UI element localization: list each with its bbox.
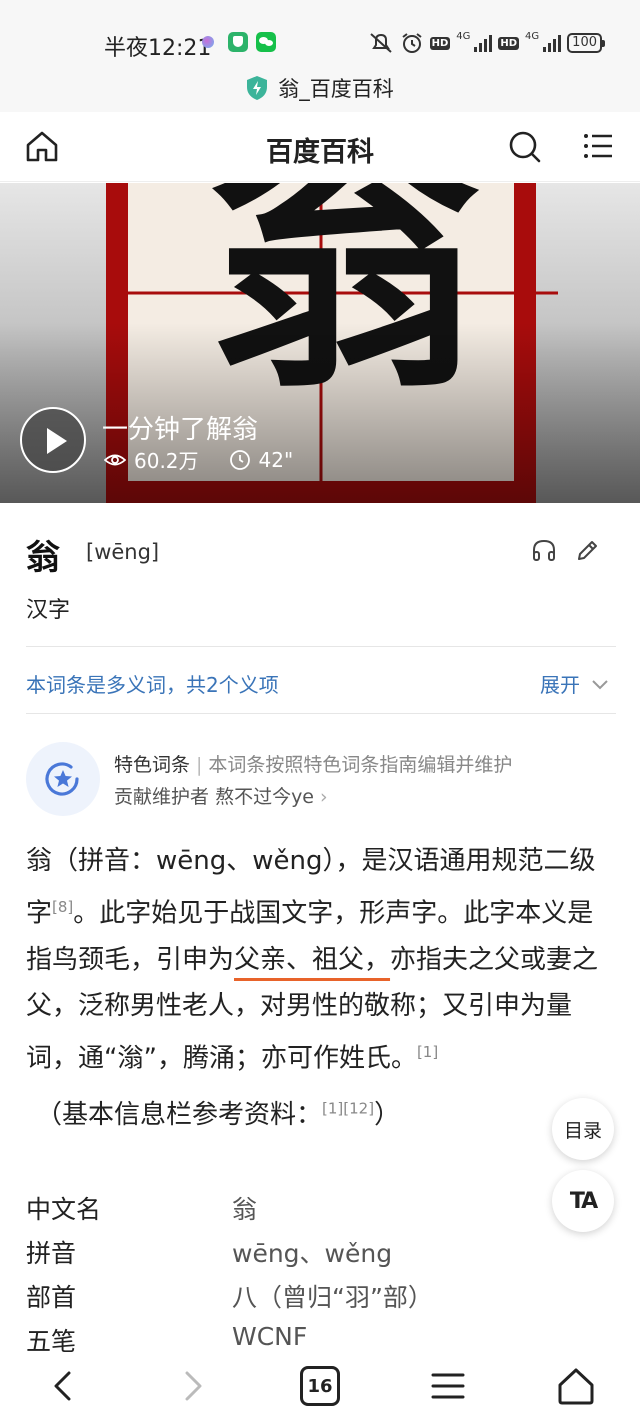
entry-pinyin: [wēng] [86,540,160,564]
status-time: 半夜12:21 [104,36,212,61]
info-key: 拼音 [26,1239,77,1268]
video-views: 60.2万 [134,449,199,473]
featured-star-icon [45,762,79,796]
site-title[interactable]: 百度百科 [0,130,640,169]
video-title: 一分钟了解翁 [102,415,259,445]
browser-bottom-bar: 16 [0,1352,640,1422]
alarm-icon [401,33,422,53]
tabs-button[interactable]: 16 [300,1366,340,1406]
contributor-line[interactable]: 贡献维护者 熬不过今ye › [114,782,328,809]
video-shade [0,323,640,503]
page-title: 翁_百度百科 [278,77,394,101]
chevron-right-icon: › [320,786,328,808]
url-bar[interactable]: 翁_百度百科 [0,70,640,106]
intro-video[interactable]: 翁 一分钟了解翁 60.2万 42" [0,183,640,503]
ref-note-prefix: （基本信息栏参考资料： [36,1100,323,1130]
toc-button[interactable]: 目录 [552,1098,614,1160]
featured-badge [26,742,100,816]
security-app-icon [228,32,248,52]
menu-icon[interactable] [580,128,616,164]
assistant-icon [202,36,214,48]
info-value: 八（曾归“羽”部） [232,1283,433,1312]
signal-icon-1 [474,34,493,52]
expand-label: 展开 [540,673,580,697]
table-row: 中文名 翁 [26,1186,546,1230]
divider: | [196,754,203,776]
wechat-icon [256,32,276,52]
expand-button[interactable]: 展开 [540,669,610,698]
contributor-name[interactable]: 熬不过今ye [215,786,314,808]
mute-bell-icon [369,33,392,53]
network-type-1: 4G [456,30,471,42]
status-bar: 半夜12:21 HD 4G HD 4G 100 翁_百度百科 [0,0,640,112]
video-meta: 60.2万 42" [104,445,293,474]
edit-pencil-icon[interactable] [574,538,600,564]
hd-badge-1: HD [429,36,451,50]
info-value: wēng、wěng [232,1239,393,1268]
clock-icon [229,449,250,470]
ref-note-suffix: ） [374,1100,401,1130]
polysemy-bar[interactable]: 本词条是多义词，共2个义项 展开 [26,646,616,714]
entry-character: 翁 [26,538,60,578]
table-row: 部首 八（曾归“羽”部） [26,1274,546,1318]
info-value: 翁 [232,1195,258,1224]
text-size-button[interactable]: TA [552,1170,614,1232]
home-nav-icon[interactable] [556,1366,596,1406]
headphone-icon[interactable] [531,538,557,564]
entry-type: 汉字 [26,598,71,623]
battery-icon: 100 [567,33,605,53]
featured-label: 特色词条 [114,754,191,776]
summary-paragraph: 翁（拼音：wēng、wěng），是汉语通用规范二级字[8]。此字始见于战国文字，… [26,838,616,1081]
status-indicators: HD 4G HD 4G 100 [368,30,605,56]
secure-shield-icon [247,76,268,100]
network-type-2: 4G [525,30,540,42]
forward-icon[interactable] [172,1366,212,1406]
video-duration: 42" [258,447,294,472]
signal-icon-2 [543,34,562,52]
highlighted-text: 父亲、祖父， [234,944,391,975]
reference-link-1[interactable]: [1] [417,1043,438,1061]
info-key: 部首 [26,1283,77,1312]
site-header: 百度百科 [0,112,640,182]
featured-line: 特色词条 | 本词条按照特色词条指南编辑并维护 [114,750,512,777]
views-eye-icon [104,454,126,465]
chevron-down-icon [592,679,608,689]
reference-link-8[interactable]: [8] [52,898,73,916]
reference-links[interactable]: [1][12] [322,1099,374,1117]
play-button[interactable] [20,407,86,473]
back-icon[interactable] [44,1366,84,1406]
search-icon[interactable] [506,128,542,164]
reference-note: （基本信息栏参考资料：[1][12]） [36,1094,400,1131]
menu-lines-icon[interactable] [428,1366,468,1406]
featured-description[interactable]: 本词条按照特色词条指南编辑并维护 [208,754,512,776]
contributor-prefix: 贡献维护者 [114,786,210,808]
polysemy-text: 本词条是多义词，共2个义项 [26,673,279,697]
basic-info-table: 中文名 翁 拼音 wēng、wěng 部首 八（曾归“羽”部） 五笔 WCNF [26,1186,546,1362]
table-row: 拼音 wēng、wěng [26,1230,546,1274]
info-value: WCNF [232,1322,308,1351]
info-key: 中文名 [26,1195,102,1224]
hd-badge-2: HD [498,36,520,50]
